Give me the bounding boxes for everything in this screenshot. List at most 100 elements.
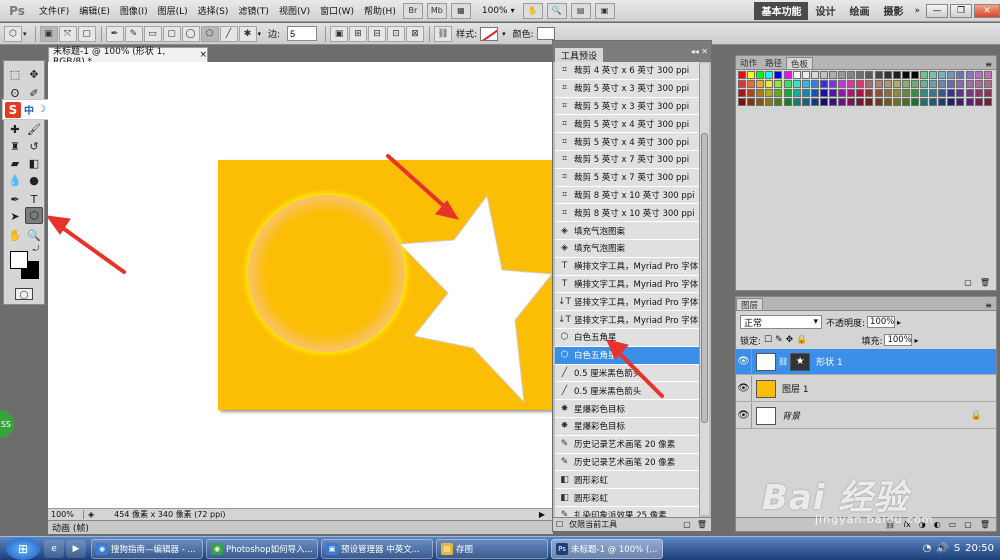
tab-paths[interactable]: 路径 <box>761 57 786 69</box>
status-menu-arrow-icon[interactable]: ▶ <box>539 510 545 519</box>
color-swatch-chip[interactable] <box>883 89 892 97</box>
lock-all-icon[interactable]: 🔒 <box>796 335 807 345</box>
custom-shape-tool-icon[interactable]: ✱ <box>238 25 257 42</box>
menu-window[interactable]: 窗口(W) <box>315 4 359 17</box>
color-swatch-chip[interactable] <box>810 80 819 88</box>
panel-menu-icon[interactable]: ≡ <box>985 301 992 310</box>
taskbar-item-photoshop[interactable]: Ps 未标题-1 @ 100% (... <box>551 538 663 559</box>
fill-arrow-icon[interactable]: ▸ <box>914 336 918 345</box>
color-swatch-chip[interactable] <box>747 89 756 97</box>
blend-mode-select[interactable]: 正常 ▾ <box>740 315 822 329</box>
color-swatch-chip[interactable] <box>792 98 801 106</box>
preset-item[interactable]: ↓T 竖排文字工具，Myriad Pro 字体 <box>555 293 699 312</box>
color-swatch-chip[interactable] <box>965 98 974 106</box>
color-swatch-chip[interactable] <box>892 98 901 106</box>
zoom-tool-icon[interactable]: 🔍 <box>546 2 567 19</box>
subtract-shape-icon[interactable]: ⊟ <box>368 25 387 42</box>
volume-icon[interactable]: 🔊 <box>936 543 948 554</box>
color-swatch-chip[interactable] <box>956 98 965 106</box>
checkbox-icon[interactable]: ☐ <box>556 520 563 529</box>
preset-item[interactable]: ✎ 历史记录艺术画笔 20 像素 <box>555 453 699 472</box>
intersect-shape-icon[interactable]: ⊡ <box>387 25 406 42</box>
color-swatch-chip[interactable] <box>856 80 865 88</box>
eraser-tool-icon[interactable]: ▰ <box>6 155 24 172</box>
animation-panel-tab[interactable]: 动画 (帧) <box>48 520 553 534</box>
exclude-shape-icon[interactable]: ⊠ <box>406 25 425 42</box>
color-swatch-chip[interactable] <box>920 71 928 79</box>
eye-icon[interactable]: 👁 <box>736 375 752 402</box>
workspace-design[interactable]: 设计 <box>808 2 842 20</box>
color-swatch-chip[interactable] <box>856 89 865 97</box>
new-preset-icon[interactable]: ▢ <box>683 520 691 529</box>
view-extras-icon[interactable]: ▦ <box>450 2 471 19</box>
color-swatch[interactable] <box>536 27 555 40</box>
color-swatch-chip[interactable] <box>947 80 956 88</box>
color-swatch-chip[interactable] <box>983 71 992 79</box>
color-swatch-chip[interactable] <box>792 80 801 88</box>
preset-item[interactable]: ⬡ 白色五角星 <box>555 346 699 365</box>
document-canvas[interactable] <box>218 160 558 410</box>
swap-colors-icon[interactable]: ⤾ <box>30 244 42 254</box>
color-swatch-chip[interactable] <box>747 71 756 79</box>
preset-item[interactable]: ⌗ 裁剪 5 英寸 x 4 英寸 300 ppi <box>555 115 699 134</box>
ie-icon[interactable]: e <box>44 539 64 558</box>
color-swatch-chip[interactable] <box>901 89 910 97</box>
color-swatch-chip[interactable] <box>865 80 874 88</box>
color-swatch-chip[interactable] <box>920 89 928 97</box>
color-swatch-chip[interactable] <box>819 71 828 79</box>
menu-edit[interactable]: 编辑(E) <box>74 4 115 17</box>
clock[interactable]: 20:50 <box>965 543 994 554</box>
color-swatch-chip[interactable] <box>938 98 947 106</box>
preset-item[interactable]: ⌗ 裁剪 5 英寸 x 7 英寸 300 ppi <box>555 150 699 169</box>
sogou-logo-icon[interactable]: S <box>5 101 21 118</box>
fill-pixels-mode-icon[interactable]: ▢ <box>77 25 96 42</box>
color-swatch-chip[interactable] <box>756 89 765 97</box>
tool-preset-picker-icon[interactable]: ⬡ <box>4 25 22 42</box>
new-layer-icon[interactable]: ▢ <box>964 520 972 529</box>
preset-item[interactable]: ⬡ 白色五角星 <box>555 328 699 347</box>
layer-name[interactable]: 背景 <box>782 409 800 422</box>
clone-stamp-tool-icon[interactable]: ♜ <box>6 138 24 155</box>
arrange-documents-icon[interactable]: ▤ <box>570 2 591 19</box>
layer-row-shape-1[interactable]: 👁 ⛓ ★ 形状 1 <box>736 348 996 375</box>
zoom-level-select[interactable]: 100% <box>479 6 511 16</box>
restore-button[interactable]: ❐ <box>950 3 972 18</box>
taskbar-item-photoshop-guide[interactable]: ◉ Photoshop如何导入... <box>206 538 318 559</box>
layer-name[interactable]: 形状 1 <box>816 355 843 368</box>
bridge-button[interactable]: Br <box>402 2 423 19</box>
taskbar-item-sogou-editor[interactable]: ◉ 搜狗指南—编辑器 - ... <box>91 538 203 559</box>
color-swatch-chip[interactable] <box>929 80 938 88</box>
color-swatch-chip[interactable] <box>801 98 810 106</box>
new-group-icon[interactable]: ▭ <box>949 520 957 529</box>
menu-layer[interactable]: 图层(L) <box>153 4 193 17</box>
color-swatch-chip[interactable] <box>792 89 801 97</box>
pen-tool-icon[interactable]: ✒ <box>105 25 124 42</box>
eye-icon[interactable]: 👁 <box>736 402 752 429</box>
color-swatch-chip[interactable] <box>847 71 856 79</box>
color-swatch-chip[interactable] <box>829 71 837 79</box>
paths-mode-icon[interactable]: ⤧ <box>58 25 77 42</box>
color-swatch-chip[interactable] <box>774 80 783 88</box>
color-swatch-chip[interactable] <box>947 71 956 79</box>
color-swatch-chip[interactable] <box>756 98 765 106</box>
hand-tool-icon[interactable]: ✋ <box>6 227 24 244</box>
color-swatch-chip[interactable] <box>947 98 956 106</box>
menu-image[interactable]: 图像(I) <box>115 4 153 17</box>
preset-item[interactable]: T 横排文字工具，Myriad Pro 字体 <box>555 257 699 276</box>
workspace-essentials[interactable]: 基本功能 <box>754 1 809 20</box>
color-swatch-chip[interactable] <box>874 98 883 106</box>
color-swatch-chip[interactable] <box>774 71 783 79</box>
move-tool-icon[interactable]: ✥ <box>25 66 43 83</box>
opacity-input[interactable]: 100% <box>867 316 896 328</box>
color-swatch-chip[interactable] <box>856 71 865 79</box>
eye-icon[interactable]: 👁 <box>736 348 752 375</box>
color-swatch-chip[interactable] <box>783 80 792 88</box>
color-swatch-chip[interactable] <box>838 71 847 79</box>
tab-actions[interactable]: 动作 <box>736 57 761 69</box>
color-swatch-chip[interactable] <box>929 71 938 79</box>
color-swatch-chip[interactable] <box>810 71 819 79</box>
adjustment-layer-icon[interactable]: ◐ <box>934 520 941 529</box>
tool-presets-scrollbar[interactable] <box>699 63 709 515</box>
color-swatch-chip[interactable] <box>929 89 938 97</box>
color-swatch-chip[interactable] <box>765 98 774 106</box>
